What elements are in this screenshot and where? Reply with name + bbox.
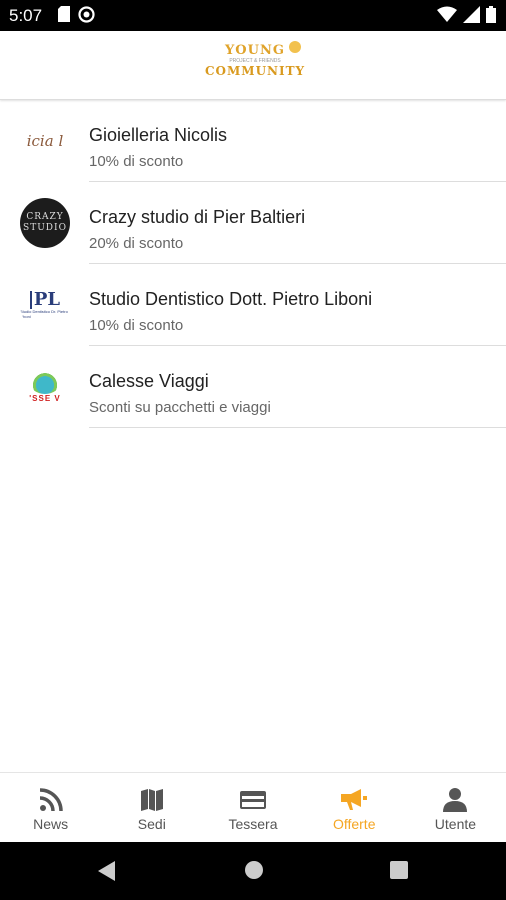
nav-tab-offerte[interactable]: Offerte (304, 773, 405, 842)
wifi-icon (437, 6, 457, 22)
signal-icon (463, 6, 480, 23)
nav-label: Sedi (137, 816, 166, 832)
offer-thumbnail: CRAZY STUDIO (20, 198, 70, 248)
nav-tab-sedi[interactable]: Sedi (101, 773, 202, 842)
home-icon[interactable] (244, 860, 264, 880)
list-item[interactable]: icia l Gioielleria Nicolis 10% di sconto (0, 100, 506, 182)
nav-label: News (33, 816, 69, 832)
offer-title: Calesse Viaggi (89, 371, 209, 391)
nav-tab-news[interactable]: News (0, 773, 101, 842)
offer-subtitle: 10% di sconto (89, 153, 184, 170)
bottom-navigation: News Sedi Tessera Offerte Utente (0, 772, 506, 842)
nav-label: Tessera (228, 816, 278, 832)
offer-title: Crazy studio di Pier Baltieri (89, 207, 306, 227)
offers-list: icia l Gioielleria Nicolis 10% di sconto… (0, 100, 506, 428)
battery-icon (486, 6, 496, 23)
list-item[interactable]: 'SSE V Calesse Viaggi Sconti su pacchett… (0, 346, 506, 428)
app-header: YOUNG PROJECT & FRIENDS COMMUNITY (0, 31, 506, 100)
card-icon (240, 791, 266, 809)
offer-title: Gioielleria Nicolis (89, 125, 228, 145)
status-bar: 5:07 (0, 0, 506, 31)
offer-thumbnail: PL Studio Dentistico Dr. Pietro Liboni (20, 280, 70, 330)
rss-icon (39, 788, 63, 812)
nav-tab-utente[interactable]: Utente (405, 773, 506, 842)
divider (89, 427, 506, 428)
list-item[interactable]: CRAZY STUDIO Crazy studio di Pier Baltie… (0, 182, 506, 264)
offer-subtitle: 10% di sconto (89, 317, 184, 334)
nav-tab-tessera[interactable]: Tessera (202, 773, 303, 842)
offer-subtitle: 20% di sconto (89, 235, 184, 252)
status-time: 5:07 (9, 6, 43, 25)
offer-title: Studio Dentistico Dott. Pietro Liboni (89, 289, 373, 309)
nav-label: Offerte (332, 816, 376, 832)
back-icon[interactable] (97, 860, 117, 882)
map-icon (140, 789, 163, 811)
sync-icon (78, 6, 95, 23)
list-item[interactable]: PL Studio Dentistico Dr. Pietro Liboni S… (0, 264, 506, 346)
community-logo: YOUNG PROJECT & FRIENDS COMMUNITY (205, 41, 306, 78)
megaphone-icon (341, 789, 368, 810)
system-navigation-bar (0, 842, 506, 900)
user-icon (443, 788, 468, 812)
offer-thumbnail: 'SSE V (20, 362, 70, 412)
nav-label: Utente (434, 816, 477, 832)
sd-card-icon (58, 6, 70, 22)
offer-thumbnail: icia l (20, 116, 70, 166)
offer-subtitle: Sconti su pacchetti e viaggi (89, 399, 271, 416)
recents-icon[interactable] (389, 860, 409, 880)
